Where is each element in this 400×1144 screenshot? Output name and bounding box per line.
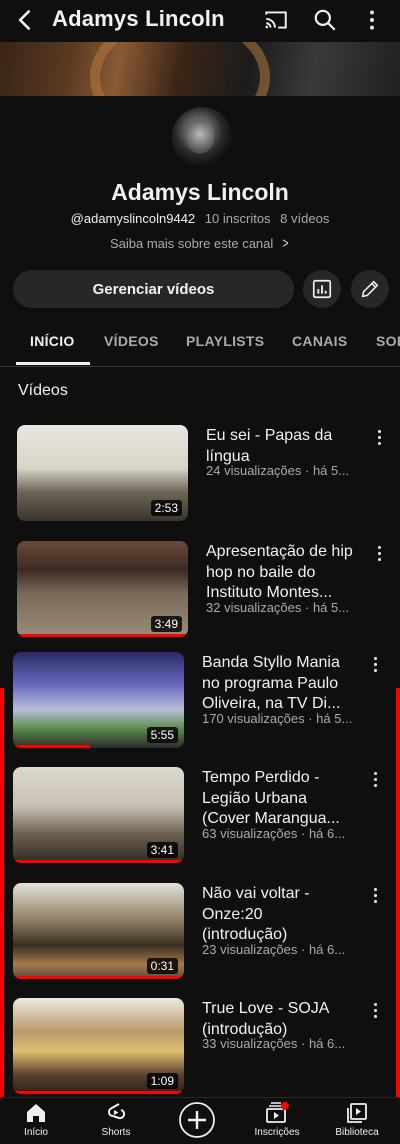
video-item[interactable]: 0:31 Não vai voltar - Onze:20 (introduçã… xyxy=(0,883,400,983)
nav-home[interactable]: Início xyxy=(1,1101,71,1138)
channel-name: Adamys Lincoln xyxy=(111,179,289,205)
video-count: 8 vídeos xyxy=(280,211,330,226)
about-channel-label: Saiba mais sobre este canal xyxy=(109,236,274,251)
library-icon xyxy=(347,1103,367,1123)
video-menu-icon[interactable] xyxy=(370,770,382,790)
video-thumbnail[interactable]: 3:41 xyxy=(13,767,184,863)
bottom-navigation: Início Shorts Inscrições Biblioteca xyxy=(0,1097,400,1144)
channel-tabs: INÍCIO VÍDEOS PLAYLISTS CANAIS SOBRE xyxy=(0,322,400,367)
video-meta: 32 visualizações · há 5... xyxy=(206,600,350,615)
tab-canais[interactable]: CANAIS xyxy=(292,333,347,349)
analytics-icon xyxy=(312,279,332,299)
nav-shorts[interactable]: Shorts xyxy=(81,1101,151,1138)
video-meta: 23 visualizações · há 6... xyxy=(202,942,346,957)
video-menu-icon[interactable] xyxy=(370,886,382,906)
video-meta: 33 visualizações · há 6... xyxy=(202,1036,346,1051)
video-item[interactable]: 3:41 Tempo Perdido - Legião Urbana (Cove… xyxy=(0,767,400,867)
video-duration: 5:55 xyxy=(146,727,178,743)
watch-progress-bar xyxy=(13,745,90,748)
video-item[interactable]: 5:55 Banda Styllo Mania no programa Paul… xyxy=(0,652,400,752)
pencil-icon xyxy=(361,280,379,298)
video-menu-icon[interactable] xyxy=(374,544,386,564)
video-thumbnail[interactable]: 5:55 xyxy=(13,652,184,748)
video-title: Tempo Perdido - Legião Urbana (Cover Mar… xyxy=(202,769,340,827)
active-tab-indicator xyxy=(16,362,90,365)
nav-shorts-label: Shorts xyxy=(101,1127,131,1138)
video-meta: 170 visualizações · há 5... xyxy=(202,711,353,726)
watch-progress-bar xyxy=(13,860,184,863)
channel-handle: @adamyslincoln9442 xyxy=(70,211,196,226)
video-menu-icon[interactable] xyxy=(370,1001,382,1021)
top-app-bar: Adamys Lincoln xyxy=(0,0,400,42)
video-thumbnail[interactable]: 0:31 xyxy=(13,883,184,979)
shorts-icon xyxy=(107,1103,126,1120)
section-title: Vídeos xyxy=(18,382,68,399)
watch-progress-bar xyxy=(17,634,188,637)
video-thumbnail[interactable]: 3:49 xyxy=(17,541,188,637)
chevron-right-icon: > xyxy=(282,235,289,252)
nav-library[interactable]: Biblioteca xyxy=(322,1101,392,1138)
back-arrow-icon[interactable] xyxy=(12,6,40,34)
video-menu-icon[interactable] xyxy=(374,428,386,448)
page-title: Adamys Lincoln xyxy=(52,6,225,31)
video-duration: 3:41 xyxy=(146,842,178,858)
nav-subscriptions[interactable]: Inscrições xyxy=(242,1101,312,1138)
video-duration: 0:31 xyxy=(146,958,178,974)
tab-videos[interactable]: VÍDEOS xyxy=(104,333,159,349)
video-thumbnail[interactable]: 1:09 xyxy=(13,998,184,1094)
video-menu-icon[interactable] xyxy=(370,655,382,675)
channel-banner xyxy=(0,42,400,96)
video-thumbnail[interactable]: 2:53 xyxy=(17,425,188,521)
more-options-icon[interactable] xyxy=(359,7,385,33)
video-duration: 1:09 xyxy=(146,1073,178,1089)
search-icon[interactable] xyxy=(312,7,338,33)
video-duration: 3:49 xyxy=(150,616,182,632)
video-title: Apresentação de hip hop no baile do Inst… xyxy=(206,543,353,601)
cast-icon[interactable] xyxy=(263,7,289,33)
tab-playlists[interactable]: PLAYLISTS xyxy=(186,333,264,349)
subscriber-count: 10 inscritos xyxy=(204,211,271,226)
watch-progress-bar xyxy=(13,1091,184,1094)
edit-channel-button[interactable] xyxy=(351,270,389,308)
video-title: Banda Styllo Mania no programa Paulo Oli… xyxy=(202,654,341,712)
about-channel-link[interactable]: Saiba mais sobre este canal > xyxy=(0,235,400,252)
highlight-edge-right xyxy=(396,688,400,1098)
video-item[interactable]: 1:09 True Love - SOJA (introdução) 33 vi… xyxy=(0,998,400,1098)
nav-subscriptions-label: Inscrições xyxy=(254,1127,300,1138)
video-meta: 63 visualizações · há 6... xyxy=(202,826,346,841)
home-icon xyxy=(27,1104,45,1122)
nav-library-label: Biblioteca xyxy=(335,1127,379,1138)
tab-sobre[interactable]: SOBRE xyxy=(376,333,400,349)
nav-home-label: Início xyxy=(24,1127,48,1138)
video-title: Eu sei - Papas da língua xyxy=(206,427,333,465)
video-item[interactable]: 2:53 Eu sei - Papas da língua 24 visuali… xyxy=(0,425,400,525)
video-title: True Love - SOJA (introdução) xyxy=(202,1000,329,1038)
create-plus-icon xyxy=(179,1102,215,1138)
video-meta: 24 visualizações · há 5... xyxy=(206,463,350,478)
video-title: Não vai voltar - Onze:20 (introdução) xyxy=(202,885,310,943)
watch-progress-bar xyxy=(13,976,184,979)
tab-inicio[interactable]: INÍCIO xyxy=(30,333,75,349)
subscriptions-icon xyxy=(266,1102,289,1123)
highlight-edge-left xyxy=(0,688,4,1098)
manage-videos-button[interactable]: Gerenciar vídeos xyxy=(13,270,294,308)
create-button[interactable] xyxy=(162,1101,232,1139)
analytics-button[interactable] xyxy=(303,270,341,308)
channel-avatar[interactable] xyxy=(172,107,232,167)
channel-meta: @adamyslincoln9442 10 inscritos 8 vídeos xyxy=(0,211,400,226)
video-item[interactable]: 3:49 Apresentação de hip hop no baile do… xyxy=(0,541,400,641)
video-duration: 2:53 xyxy=(150,500,182,516)
